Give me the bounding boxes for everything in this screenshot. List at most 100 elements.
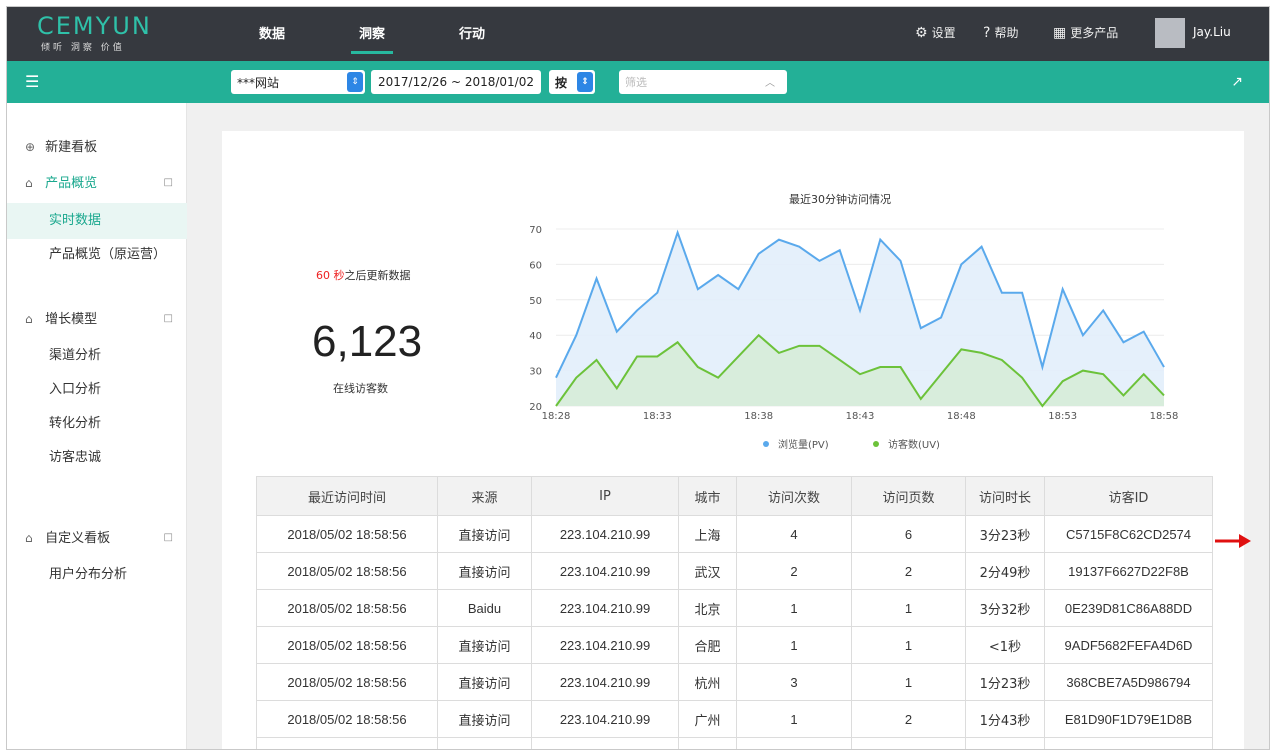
sidebar-item-loyalty[interactable]: 访客忠诚 — [7, 440, 187, 476]
table-cell: 直接访问 — [437, 737, 532, 749]
logo-text: CEMYUN — [37, 12, 152, 40]
more-products-link[interactable]: ▦ 更多产品 — [1053, 24, 1118, 41]
table-header-cell[interactable]: 城市 — [678, 476, 737, 516]
nav-tab-action[interactable]: 行动 — [459, 23, 485, 42]
avatar[interactable] — [1155, 18, 1185, 48]
external-link-icon[interactable]: ↗ — [1231, 74, 1243, 90]
table-header-cell[interactable]: 访问次数 — [736, 476, 852, 516]
sidebar-group-custom[interactable]: ⌂ 自定义看板 □ — [7, 520, 187, 556]
x-tick-label: 18:38 — [744, 411, 773, 422]
sidebar: ⊕ 新建看板 ⌂ 产品概览 □ 实时数据 产品概览（原运营） ⌂ 增长模型 □ … — [7, 103, 187, 749]
table-header-cell[interactable]: 访问时长 — [965, 476, 1045, 516]
table-cell: 223.104.210.99 — [531, 700, 679, 738]
chevron-up-icon: ︿ — [765, 78, 775, 89]
visits-chart: 最近30分钟访问情况 20 30 40 50 60 70 18:28 18:33 18:38 18:… — [529, 192, 1178, 451]
collapse-icon[interactable]: □ — [164, 301, 173, 337]
table-cell: 223.104.210.99 — [531, 737, 679, 749]
table-cell: 2018/05/02 18:58:56 — [256, 552, 438, 590]
sidebar-item-overview-legacy[interactable]: 产品概览（原运营） — [7, 237, 187, 273]
table-cell: 9ADF5682FEFA4D6D — [1044, 626, 1213, 664]
table-header-cell[interactable]: 访问页数 — [851, 476, 966, 516]
table-cell: 223.104.210.99 — [531, 589, 679, 627]
table-cell: 2 — [851, 552, 966, 590]
table-cell: 0E239D81C86A88DD — [1044, 589, 1213, 627]
table-row[interactable]: 2018/05/02 18:58:56 直接访问 223.104.210.99 广州 1… — [256, 700, 1213, 738]
table-cell: 直接访问 — [437, 663, 532, 701]
app-window: CEMYUN 倾听 洞察 价值 数据 洞察 行动 ⚙ 设置 ? 帮助 ▦ 更多产… — [6, 6, 1270, 750]
home-icon: ⌂ — [25, 531, 33, 545]
table-header-cell[interactable]: 访客ID — [1044, 476, 1213, 516]
filter-select[interactable]: 筛选 ︿ — [619, 70, 787, 94]
sidebar-group-overview[interactable]: ⌂ 产品概览 □ — [7, 165, 187, 201]
nav-tab-insight[interactable]: 洞察 — [350, 23, 394, 54]
sidebar-item-realtime[interactable]: 实时数据 — [7, 203, 187, 239]
toolbar: ☰ ***网站 ⇕ 2017/12/26 ~ 2018/01/02 按 ⇕ 筛选… — [7, 61, 1269, 103]
table-header-cell[interactable]: 来源 — [437, 476, 532, 516]
date-range-picker[interactable]: 2017/12/26 ~ 2018/01/02 — [371, 70, 541, 94]
table-row[interactable]: 2018/05/02 18:58:56 Baidu 223.104.210.99 北京… — [256, 589, 1213, 627]
sidebar-group-label: 产品概览 — [45, 176, 98, 191]
sidebar-item-channel[interactable]: 渠道分析 — [7, 338, 187, 374]
table-cell: 2018/05/02 18:58:56 — [256, 737, 438, 749]
help-icon: ? — [983, 24, 991, 41]
table-cell: 3 — [736, 663, 852, 701]
nav-tab-data[interactable]: 数据 — [259, 23, 285, 42]
sidebar-new-board[interactable]: ⊕ 新建看板 — [7, 129, 187, 165]
table-cell: 武汉 — [678, 552, 737, 590]
table-cell: 2018/05/02 18:58:56 — [256, 663, 438, 701]
table-cell: 6 — [851, 515, 966, 553]
table-cell: 223.104.210.99 — [531, 515, 679, 553]
menu-toggle-icon[interactable]: ☰ — [25, 74, 39, 90]
home-icon: ⌂ — [25, 312, 33, 326]
logo[interactable]: CEMYUN 倾听 洞察 价值 — [37, 13, 187, 53]
table-cell: 直接访问 — [437, 626, 532, 664]
countdown-text: 之后更新数据 — [344, 269, 411, 282]
table-cell: <1秒 — [965, 626, 1045, 664]
collapse-icon[interactable]: □ — [164, 520, 173, 556]
x-tick-label: 18:53 — [1048, 411, 1077, 422]
collapse-icon[interactable]: □ — [164, 165, 173, 201]
table-row[interactable]: 2018/05/02 18:58:56 直接访问 223.104.210.99 上海 4… — [256, 515, 1213, 553]
legend-marker — [873, 441, 879, 447]
sidebar-item-conversion[interactable]: 转化分析 — [7, 406, 187, 442]
sidebar-group-growth[interactable]: ⌂ 增长模型 □ — [7, 301, 187, 337]
settings-link[interactable]: ⚙ 设置 — [915, 24, 956, 41]
sidebar-item-user-distribution[interactable]: 用户分布分析 — [7, 557, 187, 593]
table-header-cell[interactable]: IP — [531, 476, 679, 516]
countdown-value: 60 秒 — [316, 269, 345, 282]
y-tick-label: 40 — [529, 331, 542, 342]
table-cell: 223.104.210.99 — [531, 663, 679, 701]
table-cell: 1分23秒 — [965, 663, 1045, 701]
table-cell: 19137F6627D22F8B — [1044, 552, 1213, 590]
table-row[interactable]: 2018/05/02 18:58:56 直接访问 223.104.210.99 杭州 3… — [256, 663, 1213, 701]
sidebar-item-entry[interactable]: 入口分析 — [7, 372, 187, 408]
table-row[interactable]: 2018/05/02 18:58:56 直接访问 223.104.210.99 合肥 1… — [256, 626, 1213, 664]
settings-label: 设置 — [931, 26, 956, 40]
table-cell: 广州 — [678, 700, 737, 738]
table-cell: 368CBE7A5D986794 — [1044, 663, 1213, 701]
chart-title: 最近30分钟访问情况 — [789, 192, 891, 206]
table-cell: 4分54秒 — [965, 737, 1045, 749]
granularity-select[interactable]: 按 ⇕ — [549, 70, 595, 94]
table-cell: 1 — [736, 700, 852, 738]
table-row[interactable]: 2018/05/02 18:58:56直接访问223.104.210.99上海2… — [256, 737, 1213, 749]
updown-icon: ⇕ — [577, 72, 593, 92]
table-header-cell[interactable]: 最近访问时间 — [256, 476, 438, 516]
help-link[interactable]: ? 帮助 — [983, 24, 1018, 41]
date-range-value: 2017/12/26 ~ 2018/01/02 — [377, 75, 534, 89]
table-cell: 223.104.210.99 — [531, 552, 679, 590]
table-cell: 直接访问 — [437, 700, 532, 738]
site-select-value: ***网站 — [237, 75, 280, 90]
site-select[interactable]: ***网站 ⇕ — [231, 70, 365, 94]
table-cell: 1 — [736, 626, 852, 664]
home-icon: ⌂ — [25, 176, 33, 190]
username[interactable]: Jay.Liu — [1193, 25, 1231, 39]
table-cell: 2 — [736, 552, 852, 590]
top-nav: CEMYUN 倾听 洞察 价值 数据 洞察 行动 ⚙ 设置 ? 帮助 ▦ 更多产… — [7, 7, 1269, 61]
table-cell: 直接访问 — [437, 552, 532, 590]
table-row[interactable]: 2018/05/02 18:58:56 直接访问 223.104.210.99 武汉 2… — [256, 552, 1213, 590]
visits-table: 最近访问时间 来源 IP 城市 访问次数 访问页数 访问时长 访客ID 2018/05/02 … — [256, 476, 1213, 749]
table-cell: 杭州 — [678, 663, 737, 701]
table-cell: 直接访问 — [437, 515, 532, 553]
table-cell: 合肥 — [678, 626, 737, 664]
